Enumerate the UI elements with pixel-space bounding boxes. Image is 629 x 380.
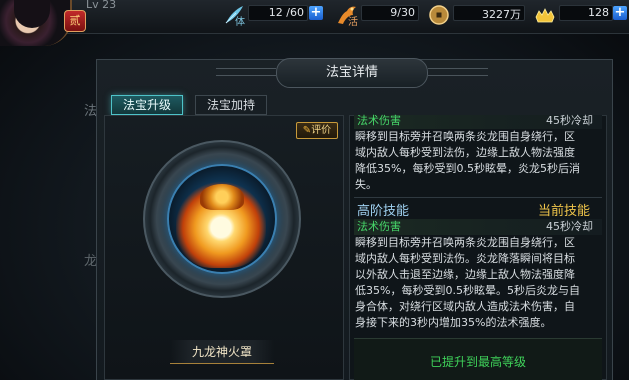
advanced-skill-desc-line-4: 低35%，每秒受到0.5秒眩晕。5秒后炎龙与自 xyxy=(355,284,580,297)
advanced-skill-type: 法术伤害 xyxy=(357,220,401,233)
current-skill-desc-line-1: 瞬移到目标旁并召唤两条炎龙围自身绕行，区 xyxy=(355,130,575,143)
title-wing-left xyxy=(216,68,276,76)
advanced-skill-heading: 高阶技能 xyxy=(357,204,410,219)
energy-resource: 活 9/30 xyxy=(335,3,419,28)
section-divider xyxy=(354,197,602,198)
ingots-value: 128 xyxy=(588,6,609,19)
advanced-skill-desc-line-1: 瞬移到目标旁并召唤两条炎龙围自身绕行，区 xyxy=(355,236,575,249)
current-skill-desc-line-2: 域内敌人每秒受到法伤，边缘上敌人物法强度 xyxy=(355,146,575,159)
current-skill-tag: 当前技能 xyxy=(538,204,591,219)
artifact-name: 九龙神火罩 xyxy=(191,345,252,359)
stamina-value: 12 /60 xyxy=(268,6,304,19)
player-avatar[interactable] xyxy=(0,0,72,46)
coin-icon xyxy=(429,5,449,25)
title-wing-right xyxy=(428,68,488,76)
current-skill-type: 法术伤害 xyxy=(357,114,401,127)
rate-button-label: 评价 xyxy=(311,125,332,136)
player-level: Lv 23 xyxy=(86,0,117,11)
rate-button[interactable]: ✎评价 xyxy=(296,122,338,139)
advanced-skill-desc-line-5: 身合体，对绕行区域内敌人造成法术伤害，自 xyxy=(355,300,575,313)
coins-resource: 3227万 xyxy=(427,3,527,25)
ingots-resource: 128 + xyxy=(533,3,629,23)
tab-artifact-blessing[interactable]: 法宝加持 xyxy=(195,95,267,115)
tab-artifact-upgrade[interactable]: 法宝升级 xyxy=(111,95,183,115)
advanced-skill-cooldown: 45秒冷却 xyxy=(546,220,593,233)
advanced-skill-desc-line-6: 身接下来的3秒内增加35%的法术强度。 xyxy=(355,316,552,329)
avatar-hair xyxy=(14,0,50,28)
coins-value: 3227万 xyxy=(482,8,521,21)
energy-value: 9/30 xyxy=(390,6,415,19)
advanced-skill-desc-line-2: 域内敌人每秒受到法伤。炎龙降落瞬间将目标 xyxy=(355,252,575,265)
add-stamina-button[interactable]: + xyxy=(309,6,323,20)
add-ingots-button[interactable]: + xyxy=(613,6,627,20)
gold-ingot-icon xyxy=(535,8,555,23)
stamina-icon-label: 体 xyxy=(235,17,245,28)
current-skill-desc-line-3: 降低35%，每秒受到0.5秒眩晕，炎龙5秒后消 xyxy=(355,162,580,175)
edit-icon: ✎ xyxy=(302,125,312,136)
dialog-title: 法宝详情 xyxy=(276,58,428,88)
current-skill-cooldown: 45秒冷却 xyxy=(546,114,593,127)
energy-icon-label: 活 xyxy=(348,17,358,28)
advanced-skill-desc-line-3: 以外敌人击退至边缘，边缘上敌人物法强度降 xyxy=(355,268,575,281)
max-level-text: 已提升到最高等级 xyxy=(429,355,526,369)
artifact-dragon-crown xyxy=(200,184,244,210)
vip-badge[interactable]: 贰 xyxy=(64,10,86,32)
stamina-resource: 体 12 /60 + xyxy=(222,3,326,28)
current-skill-desc-line-4: 失。 xyxy=(355,178,377,191)
